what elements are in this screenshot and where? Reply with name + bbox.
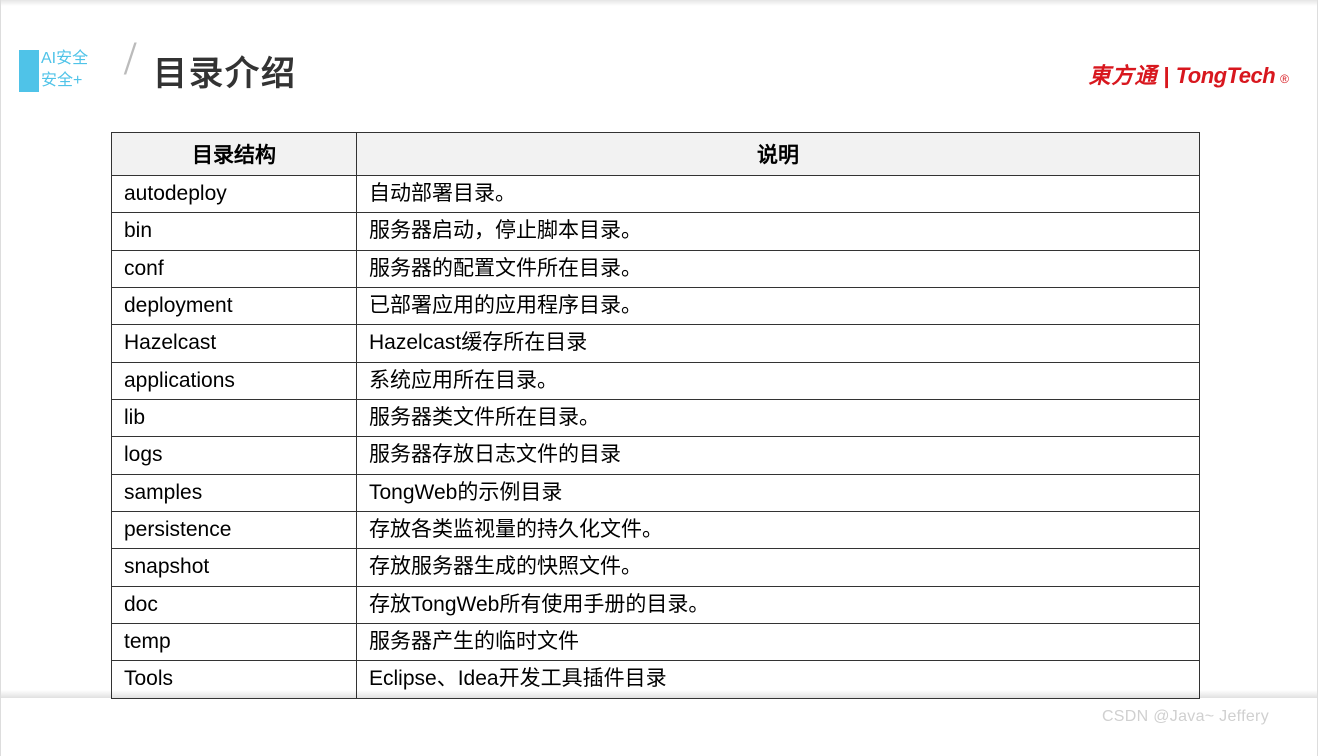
cell-desc: 已部署应用的应用程序目录。 xyxy=(357,288,1200,325)
cell-desc: 服务器启动，停止脚本目录。 xyxy=(357,213,1200,250)
table-row: deployment已部署应用的应用程序目录。 xyxy=(112,288,1200,325)
top-shadow xyxy=(1,0,1317,6)
table-row: bin服务器启动，停止脚本目录。 xyxy=(112,213,1200,250)
directory-table: 目录结构 说明 autodeploy自动部署目录。bin服务器启动，停止脚本目录… xyxy=(111,132,1200,699)
slash-divider: / xyxy=(126,35,147,95)
cell-desc: 服务器产生的临时文件 xyxy=(357,624,1200,661)
col-header-desc: 说明 xyxy=(357,133,1200,176)
tag-line2: 安全+ xyxy=(41,70,88,92)
table-row: snapshot存放服务器生成的快照文件。 xyxy=(112,549,1200,586)
cell-dir: temp xyxy=(112,624,357,661)
table-row: persistence存放各类监视量的持久化文件。 xyxy=(112,512,1200,549)
brand-separator: | xyxy=(1164,63,1170,89)
cell-desc: 存放服务器生成的快照文件。 xyxy=(357,549,1200,586)
header-tag: AI安全 安全+ xyxy=(41,48,88,92)
table-container: 目录结构 说明 autodeploy自动部署目录。bin服务器启动，停止脚本目录… xyxy=(111,132,1199,699)
page-title: 目录介绍 xyxy=(153,46,297,95)
cell-dir: deployment xyxy=(112,288,357,325)
brand-logo: 東方通 | TongTech ® xyxy=(1089,58,1289,90)
cell-desc: 存放各类监视量的持久化文件。 xyxy=(357,512,1200,549)
cell-dir: logs xyxy=(112,437,357,474)
cell-dir: lib xyxy=(112,400,357,437)
brand-registered: ® xyxy=(1280,72,1289,86)
tag-line1: AI安全 xyxy=(41,48,88,70)
cell-dir: samples xyxy=(112,474,357,511)
cell-desc: Hazelcast缓存所在目录 xyxy=(357,325,1200,362)
cell-dir: persistence xyxy=(112,512,357,549)
table-row: doc存放TongWeb所有使用手册的目录。 xyxy=(112,586,1200,623)
cell-dir: bin xyxy=(112,213,357,250)
cell-dir: snapshot xyxy=(112,549,357,586)
cell-desc: TongWeb的示例目录 xyxy=(357,474,1200,511)
cell-desc: 存放TongWeb所有使用手册的目录。 xyxy=(357,586,1200,623)
table-row: temp服务器产生的临时文件 xyxy=(112,624,1200,661)
accent-bar xyxy=(19,50,39,92)
cell-desc: 服务器存放日志文件的目录 xyxy=(357,437,1200,474)
cell-dir: doc xyxy=(112,586,357,623)
watermark: CSDN @Java~ Jeffery xyxy=(1102,708,1269,726)
table-row: autodeploy自动部署目录。 xyxy=(112,176,1200,213)
slide-container: AI安全 安全+ / 目录介绍 東方通 | TongTech ® 目录结构 说明… xyxy=(0,0,1318,756)
brand-cn: 東方通 xyxy=(1089,58,1158,90)
cell-desc: 服务器的配置文件所在目录。 xyxy=(357,250,1200,287)
table-header-row: 目录结构 说明 xyxy=(112,133,1200,176)
cell-desc: 系统应用所在目录。 xyxy=(357,362,1200,399)
cell-dir: conf xyxy=(112,250,357,287)
table-row: lib服务器类文件所在目录。 xyxy=(112,400,1200,437)
brand-en: TongTech xyxy=(1176,63,1275,89)
cell-dir: applications xyxy=(112,362,357,399)
table-row: logs服务器存放日志文件的目录 xyxy=(112,437,1200,474)
bottom-shadow xyxy=(1,690,1317,698)
cell-dir: autodeploy xyxy=(112,176,357,213)
table-row: conf服务器的配置文件所在目录。 xyxy=(112,250,1200,287)
cell-dir: Hazelcast xyxy=(112,325,357,362)
cell-desc: 自动部署目录。 xyxy=(357,176,1200,213)
table-row: applications系统应用所在目录。 xyxy=(112,362,1200,399)
header: AI安全 安全+ / 目录介绍 東方通 | TongTech ® xyxy=(1,40,1317,100)
cell-desc: 服务器类文件所在目录。 xyxy=(357,400,1200,437)
table-row: samplesTongWeb的示例目录 xyxy=(112,474,1200,511)
col-header-dir: 目录结构 xyxy=(112,133,357,176)
table-row: HazelcastHazelcast缓存所在目录 xyxy=(112,325,1200,362)
